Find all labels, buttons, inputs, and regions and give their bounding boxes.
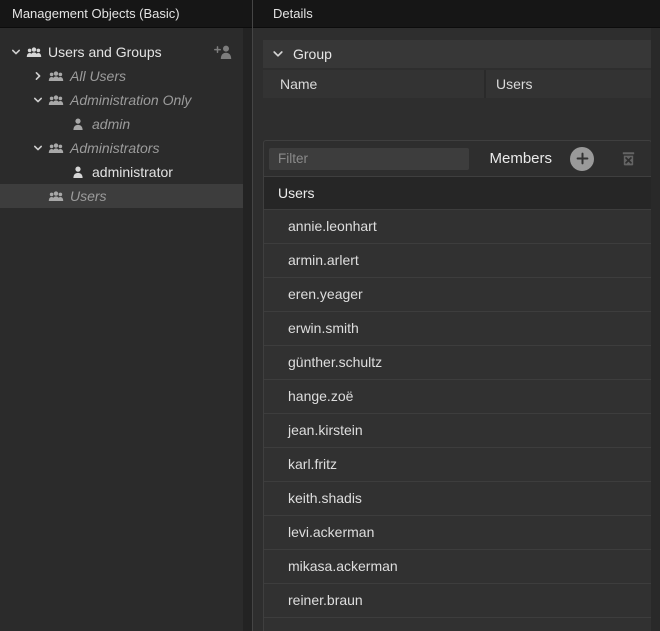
member-name: günther.schultz	[288, 354, 382, 370]
member-row[interactable]: karl.fritz	[264, 447, 651, 481]
right-scrollbar-gutter	[651, 28, 660, 631]
add-user-icon[interactable]	[214, 45, 233, 62]
member-name: levi.ackerman	[288, 524, 374, 540]
add-member-button[interactable]	[570, 147, 594, 171]
tree-item-label: Administration Only	[70, 92, 191, 108]
member-name: mikasa.ackerman	[288, 558, 398, 574]
member-name: erwin.smith	[288, 320, 359, 336]
members-toolbar: Members	[264, 141, 651, 176]
app-window: Management Objects (Basic)	[0, 0, 660, 631]
members-table: Users annie.leonhart armin.arlert eren.y…	[264, 176, 651, 631]
member-row[interactable]: hange.zoë	[264, 379, 651, 413]
left-scrollbar-gutter	[243, 28, 252, 631]
users-group-icon	[26, 46, 42, 58]
chevron-down-icon[interactable]	[11, 47, 21, 57]
icon-slot	[46, 142, 66, 154]
expander-slot	[30, 143, 46, 153]
group-name-row[interactable]: Name Users	[263, 70, 652, 98]
member-row[interactable]: mikasa.ackerman	[264, 549, 651, 583]
name-property-label: Name	[263, 70, 486, 98]
name-property-value: Users	[486, 70, 533, 98]
group-section-label: Group	[293, 46, 332, 62]
users-group-icon	[48, 142, 64, 154]
plus-icon	[576, 152, 589, 165]
tree-item-label: Administrators	[70, 140, 159, 156]
chevron-down-icon[interactable]	[33, 95, 43, 105]
members-table-header: Users	[264, 177, 651, 209]
group-section-header[interactable]: Group	[263, 40, 652, 68]
member-name: eren.yeager	[288, 286, 363, 302]
users-group-icon	[48, 94, 64, 106]
tree-item-label: admin	[92, 116, 130, 132]
member-name: karl.fritz	[288, 456, 337, 472]
chevron-right-icon[interactable]	[33, 71, 43, 81]
member-row[interactable]: günther.schultz	[264, 345, 651, 379]
member-name: annie.leonhart	[288, 218, 377, 234]
member-row[interactable]: eren.yeager	[264, 277, 651, 311]
tree-item[interactable]: administrator	[0, 160, 243, 184]
objects-tree: Users and Groups	[0, 28, 252, 208]
trash-icon	[619, 149, 638, 168]
tree-item[interactable]: Users and Groups	[0, 40, 243, 64]
member-name: armin.arlert	[288, 252, 359, 268]
tree-item[interactable]: admin	[0, 112, 243, 136]
member-row[interactable]: armin.arlert	[264, 243, 651, 277]
details-panel-title: Details	[253, 0, 660, 28]
member-row-partial	[264, 617, 651, 631]
tree-item-label: administrator	[92, 164, 173, 180]
member-row[interactable]: jean.kirstein	[264, 413, 651, 447]
tree-item-label: All Users	[70, 68, 126, 84]
filter-input[interactable]	[269, 148, 469, 170]
member-name: reiner.braun	[288, 592, 363, 608]
user-icon	[72, 118, 84, 130]
expander-slot	[30, 95, 46, 105]
icon-slot	[68, 118, 88, 130]
group-section: Group Name Users	[263, 40, 652, 98]
left-panel-title: Management Objects (Basic)	[0, 0, 252, 28]
tree-item[interactable]: Administration Only	[0, 88, 243, 112]
tree-item[interactable]: Users	[0, 184, 243, 208]
icon-slot	[68, 166, 88, 178]
member-name: hange.zoë	[288, 388, 353, 404]
member-name: jean.kirstein	[288, 422, 363, 438]
users-group-icon	[48, 70, 64, 82]
member-row[interactable]: erwin.smith	[264, 311, 651, 345]
chevron-down-icon	[272, 48, 284, 60]
users-group-icon	[48, 190, 64, 202]
tree-item-label: Users	[70, 188, 107, 204]
expander-slot	[30, 71, 46, 81]
member-row[interactable]: levi.ackerman	[264, 515, 651, 549]
icon-slot	[46, 70, 66, 82]
details-body: Group Name Users Members	[253, 28, 660, 631]
tree-item[interactable]: All Users	[0, 64, 243, 88]
icon-slot	[46, 94, 66, 106]
tree-item-label: Users and Groups	[48, 44, 162, 60]
icon-slot	[24, 46, 44, 58]
member-row[interactable]: annie.leonhart	[264, 209, 651, 243]
details-panel: Details Group Name Users M	[252, 0, 660, 631]
icon-slot	[46, 190, 66, 202]
members-title: Members	[489, 150, 552, 167]
members-section: Members Users	[263, 140, 652, 631]
user-icon	[72, 166, 84, 178]
chevron-down-icon[interactable]	[33, 143, 43, 153]
member-row[interactable]: reiner.braun	[264, 583, 651, 617]
expander-slot	[8, 47, 24, 57]
tree-item[interactable]: Administrators	[0, 136, 243, 160]
members-list: annie.leonhart armin.arlert eren.yeager …	[264, 209, 651, 617]
member-row[interactable]: keith.shadis	[264, 481, 651, 515]
member-name: keith.shadis	[288, 490, 362, 506]
left-panel: Management Objects (Basic)	[0, 0, 252, 631]
delete-member-button[interactable]	[619, 149, 638, 168]
